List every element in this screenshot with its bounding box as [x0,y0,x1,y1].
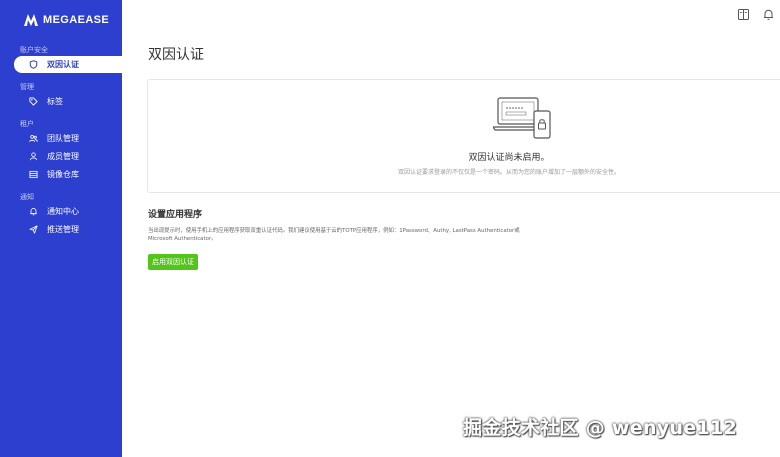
enable-two-factor-button[interactable]: 启用双因认证 [148,254,198,270]
tag-icon [26,95,40,109]
sidebar-item-member-management[interactable]: 成员管理 [14,148,122,165]
user-icon [26,150,40,164]
watermark: 掘金技术社区 @ wenyue112 [463,417,738,439]
sidebar-item-team-management[interactable]: 团队管理 [14,130,122,147]
sidebar-item-label: 团队管理 [47,134,79,143]
sidebar-item-label: 通知中心 [47,207,79,216]
shield-icon [26,58,40,72]
sidebar-item-label: 双因认证 [47,60,79,69]
book-icon[interactable] [737,8,750,21]
section-title-tenant: 租户 [20,120,34,128]
page-title: 双因认证 [148,47,204,63]
section-title-account-security: 账户安全 [20,46,48,54]
sidebar-item-label: 标签 [47,97,63,106]
sidebar-item-tags[interactable]: 标签 [14,93,122,110]
sidebar-item-image-registry[interactable]: 镜像仓库 [14,166,122,183]
megaease-logo-icon [24,14,38,26]
status-title: 双因认证尚未启用。 [468,153,550,163]
sidebar-item-label: 成员管理 [47,152,79,161]
registry-icon [26,168,40,182]
section-title-notifications: 通知 [20,193,34,201]
bell-icon [26,205,40,219]
team-icon [26,132,40,146]
notification-bell-icon[interactable] [762,8,775,21]
laptop-phone-lock-icon [493,97,551,139]
sidebar-item-push-management[interactable]: 推送管理 [14,221,122,238]
brand-name: MEGAEASE [43,14,110,26]
section-title-management: 管理 [20,83,34,91]
sidebar-item-label: 镜像仓库 [47,170,79,179]
setup-app-heading: 设置应用程序 [148,210,203,220]
setup-app-instructions: 当出现提示时，使用手机上的应用程序获取双重认证代码。我们建议使用基于云的TOTP… [148,228,520,242]
sidebar-item-label: 推送管理 [47,225,79,234]
send-icon [26,223,40,237]
sidebar-item-notification-center[interactable]: 通知中心 [14,203,122,220]
two-factor-status-card: 双因认证尚未启用。 双因认证要求登录的不仅仅是一个密码。从而为您的账户增加了一层… [147,79,780,193]
sidebar-item-two-factor-auth[interactable]: 双因认证 [14,56,122,73]
sidebar: MEGAEASE 账户安全 双因认证 管理 标签 租户 团队管理 成员管理 镜像… [0,0,122,457]
brand-logo[interactable]: MEGAEASE [24,14,109,26]
status-description: 双因认证要求登录的不仅仅是一个密码。从而为您的账户增加了一层额外的安全性。 [397,169,620,176]
